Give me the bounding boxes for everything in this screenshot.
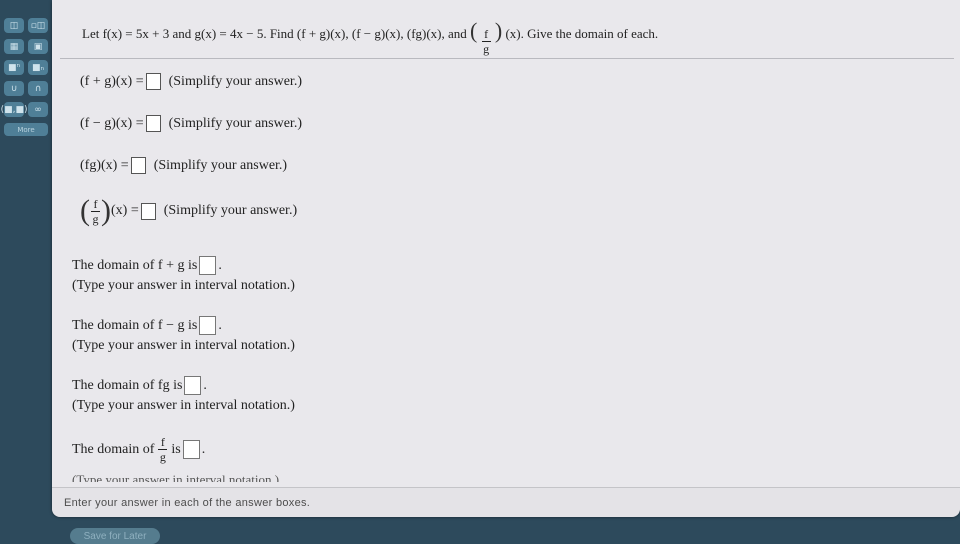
question-frac-num: f [484,27,489,41]
question-fraction: f g [481,27,491,56]
domain-quot-block: The domain of f g is . [72,436,205,463]
domain-quot-label: The domain of [72,441,155,457]
fraction-button[interactable]: ◫ [4,18,24,33]
instruction-text: Enter your answer in each of the answer … [64,497,311,509]
question-outro: (x). Give the domain of each. [505,26,659,41]
question-intro: Let f(x) = 5x + 3 and g(x) = 4x − 5. Fin… [82,26,467,41]
domain-prod-hint: (Type your answer in interval notation.) [72,398,295,413]
domain-quot-hint: (Type your answer in interval notation.) [72,472,280,482]
instruction-bar: Enter your answer in each of the answer … [52,487,960,517]
domain-sum-label: The domain of f + g is [72,258,198,273]
sum-hint: (Simplify your answer.) [168,73,302,89]
right-paren: ) [494,18,503,43]
infinity-button[interactable]: ∞ [28,102,48,117]
domain-quot-fraction: f g [158,435,168,464]
prod-answer-box[interactable] [130,157,146,174]
left-paren: ( [470,18,478,43]
domain-sum-period: . [218,258,222,273]
sum-answer-box[interactable] [145,73,161,90]
prod-hint: (Simplify your answer.) [153,157,288,173]
domain-sum-hint: (Type your answer in interval notation.) [72,278,295,293]
mixed-fraction-button[interactable]: ▫◫ [28,18,48,33]
diff-answer-box[interactable] [145,115,161,132]
prod-label: (fg)(x) = [80,157,129,173]
domain-quot-num: f [160,435,165,449]
domain-diff-box[interactable] [199,316,217,336]
matrix-button[interactable]: ▦ [4,39,24,54]
domain-quot-den: g [159,450,166,464]
question-panel: Let f(x) = 5x + 3 and g(x) = 4x − 5. Fin… [52,0,960,517]
subscript-button[interactable]: ■ₙ [28,60,48,75]
exponent-button[interactable]: ■ⁿ [4,60,24,75]
prod-row: (fg)(x) = (Simplify your answer.) [80,157,287,174]
more-button[interactable]: More [4,123,48,136]
quot-label: (x) = [111,203,139,218]
union-button[interactable]: ∪ [4,81,24,96]
quot-frac-num: f [93,196,98,211]
question-frac-den: g [483,42,490,56]
matrix2-button[interactable]: ▣ [28,39,48,54]
domain-quot-box[interactable] [182,440,200,459]
interval-button[interactable]: (■,■) [1,102,27,117]
domain-quot-period: . [201,441,206,457]
math-palette: ◫ ▫◫ ▦ ▣ ■ⁿ ■ₙ ∪ ∩ (■,■) ∞ More [0,18,54,198]
quot-right-paren: ) [101,194,111,227]
sum-row: (f + g)(x) = (Simplify your answer.) [80,73,302,90]
sum-label: (f + g)(x) = [80,73,144,89]
domain-quot-is: is [171,441,181,457]
diff-hint: (Simplify your answer.) [168,115,302,131]
quot-row: ( f g ) (x) = (Simplify your answer.) [80,196,297,226]
domain-prod-box[interactable] [184,376,202,396]
diff-label: (f − g)(x) = [80,115,144,131]
domain-prod-block: The domain of fg is. (Type your answer i… [72,376,295,416]
domain-sum-box[interactable] [199,256,217,276]
domain-diff-hint: (Type your answer in interval notation.) [72,338,295,353]
divider [60,58,954,59]
domain-diff-period: . [218,318,222,333]
diff-row: (f − g)(x) = (Simplify your answer.) [80,115,302,132]
quot-left-paren: ( [80,194,90,227]
domain-diff-block: The domain of f − g is. (Type your answe… [72,316,295,356]
quot-frac-den: g [92,211,99,226]
domain-sum-block: The domain of f + g is. (Type your answe… [72,256,295,296]
quot-fraction: f g [91,198,100,225]
quot-answer-box[interactable] [140,202,156,220]
intersection-button[interactable]: ∩ [28,81,48,96]
domain-diff-label: The domain of f − g is [72,318,198,333]
save-for-later-button[interactable]: Save for Later [70,528,160,544]
domain-prod-label: The domain of fg is [72,378,183,393]
domain-prod-period: . [203,378,207,393]
question-text: Let f(x) = 5x + 3 and g(x) = 4x − 5. Fin… [82,18,659,56]
quot-hint: (Simplify your answer.) [163,203,298,218]
